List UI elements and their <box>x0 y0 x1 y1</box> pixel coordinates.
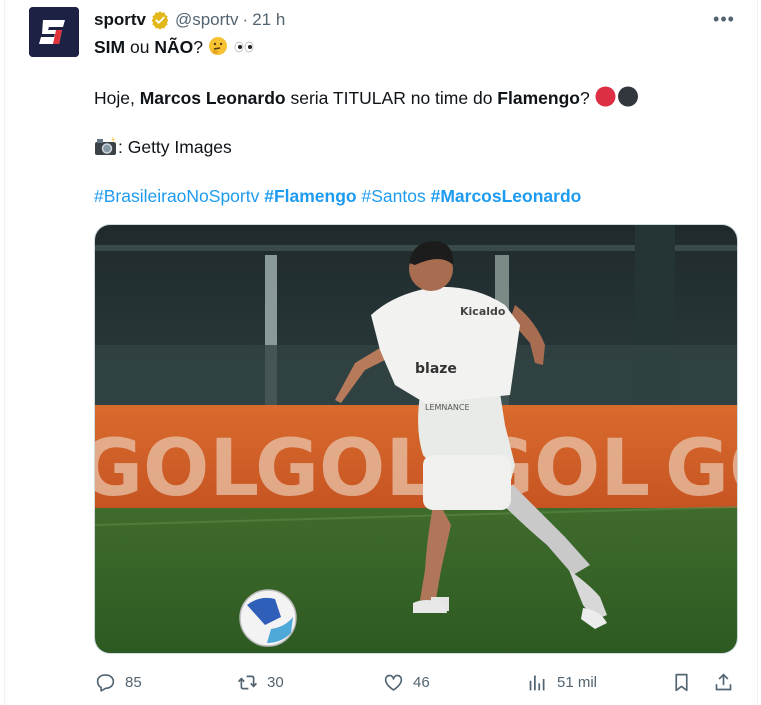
more-icon[interactable]: ••• <box>710 8 738 30</box>
text-strong: Flamengo <box>497 88 580 108</box>
like-button[interactable]: 46 <box>383 668 430 696</box>
hashtag-line: #BrasileiraoNoSportv #Flamengo #Santos #… <box>94 186 581 207</box>
views-icon <box>529 675 545 690</box>
post-photo[interactable]: GOL GOL GOL GOL <box>94 224 738 654</box>
eyes-icon <box>233 36 255 61</box>
reply-button[interactable]: 85 <box>95 668 142 696</box>
reply-icon <box>96 673 115 692</box>
share-icon <box>715 672 732 690</box>
reply-count: 85 <box>125 673 142 691</box>
shirt-lower-sponsor: LEMNANCE <box>425 403 470 412</box>
handle[interactable]: @sportv <box>175 10 239 30</box>
timestamp[interactable]: 21 h <box>252 10 285 30</box>
post-text-line-1: SIM ou NÃO? <box>94 36 255 61</box>
football <box>239 589 297 647</box>
camera-flash-icon <box>94 136 118 161</box>
bookmark-icon <box>675 673 688 691</box>
views-count: 51 mil <box>557 673 598 691</box>
hashtag-santos[interactable]: #Santos <box>362 186 426 206</box>
display-name[interactable]: sportv <box>94 10 146 30</box>
post-header: sportv @sportv · 21 h <box>94 9 285 31</box>
post-card[interactable]: sportv @sportv · 21 h ••• SIM ou NÃO? Ho… <box>4 0 758 705</box>
hashtag-brasileiraonosportv[interactable]: #BrasileiraoNoSportv <box>94 186 259 206</box>
text-strong: SIM <box>94 37 126 57</box>
repost-button[interactable]: 30 <box>237 668 284 696</box>
thinking-face-icon <box>208 36 228 61</box>
text: ? <box>193 37 203 57</box>
text-strong: NÃO <box>154 37 194 57</box>
banner-text: GOL <box>665 424 737 514</box>
black-circle-icon <box>616 86 639 112</box>
text: ou <box>125 37 155 57</box>
banner-text: GOL <box>95 424 259 514</box>
text: Hoje, <box>94 88 140 108</box>
share-button[interactable] <box>713 668 734 696</box>
post-text-line-3: : Getty Images <box>94 136 232 161</box>
hashtag-marcosleonardo[interactable]: #MarcosLeonardo <box>431 186 582 206</box>
banner-text: GOL <box>255 424 435 514</box>
like-icon <box>384 674 403 691</box>
avatar[interactable] <box>29 7 79 57</box>
bookmark-button[interactable] <box>671 668 692 696</box>
action-bar: 85 30 46 51 mil <box>94 668 740 696</box>
football-photo: GOL GOL GOL GOL <box>95 225 737 653</box>
like-count: 46 <box>413 673 430 691</box>
separator-dot: · <box>242 10 249 29</box>
photo-credit: : Getty Images <box>118 137 232 157</box>
post-text-line-2: Hoje, Marcos Leonardo seria TITULAR no t… <box>94 86 639 112</box>
repost-count: 30 <box>267 673 284 691</box>
hashtag-flamengo[interactable]: #Flamengo <box>264 186 356 206</box>
red-circle-icon <box>595 86 616 112</box>
text: seria TITULAR no time do <box>285 88 498 108</box>
verified-badge-icon[interactable] <box>150 10 170 30</box>
shirt-sponsor: blaze <box>415 361 457 377</box>
repost-icon <box>237 675 258 689</box>
shirt-brand: Kicaldo <box>460 305 506 318</box>
views-button[interactable]: 51 mil <box>527 668 597 696</box>
text: ? <box>579 88 590 108</box>
sportv-logo <box>29 7 79 57</box>
text-strong: Marcos Leonardo <box>139 88 286 108</box>
